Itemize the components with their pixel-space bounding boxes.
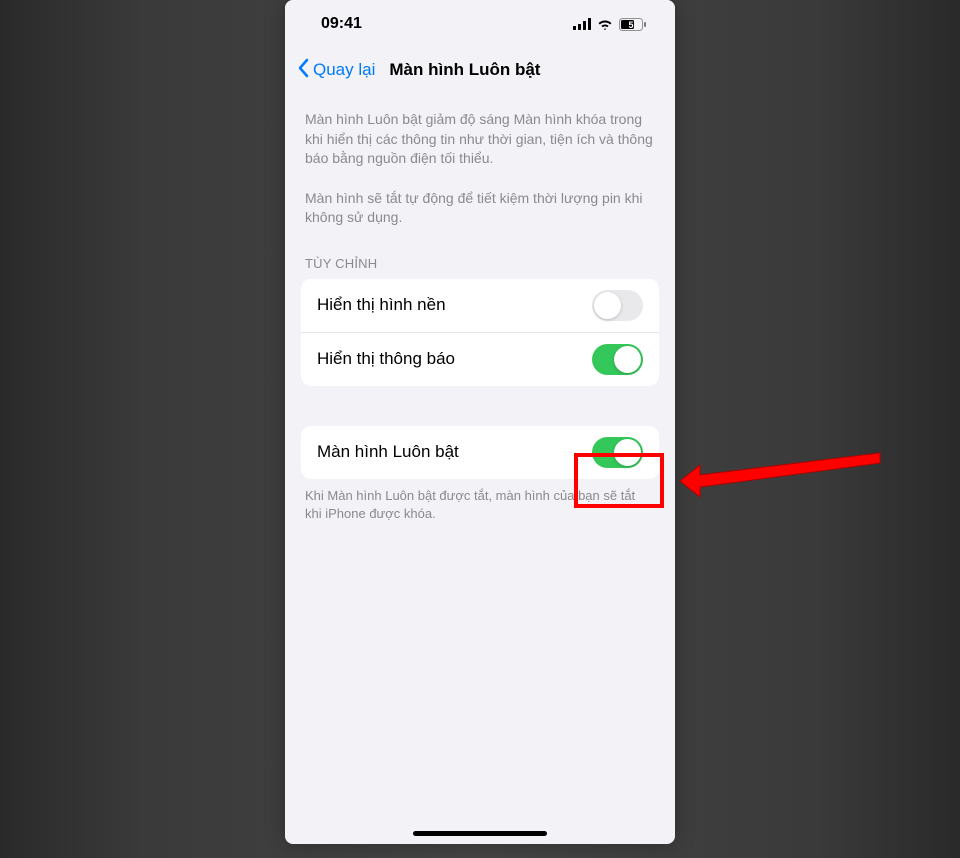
status-bar: 09:41 5	[285, 0, 675, 48]
toggle-knob	[614, 439, 641, 466]
toggle-knob	[614, 346, 641, 373]
row-show-wallpaper: Hiển thị hình nền	[301, 279, 659, 332]
svg-text:5: 5	[628, 20, 633, 30]
wifi-icon	[597, 18, 613, 30]
toggle-show-wallpaper[interactable]	[592, 290, 643, 321]
section-header: TÙY CHỈNH	[301, 228, 659, 279]
description-paragraph: Màn hình Luôn bật giảm độ sáng Màn hình …	[301, 92, 659, 169]
home-indicator[interactable]	[413, 831, 547, 836]
toggle-show-notifications[interactable]	[592, 344, 643, 375]
cellular-icon	[573, 18, 591, 30]
page-title: Màn hình Luôn bật	[389, 60, 540, 80]
status-time: 09:41	[321, 15, 362, 33]
description-paragraph: Màn hình sẽ tắt tự động để tiết kiệm thờ…	[301, 169, 659, 228]
phone-screen: 09:41 5 Quay lại Màn hình Luôn bật Màn h…	[285, 0, 675, 844]
row-label: Hiển thị thông báo	[317, 349, 455, 369]
always-on-group: Màn hình Luôn bật	[301, 426, 659, 479]
footer-description: Khi Màn hình Luôn bật được tắt, màn hình…	[301, 479, 659, 523]
status-icons: 5	[573, 18, 647, 31]
battery-icon: 5	[619, 18, 647, 31]
chevron-left-icon	[297, 58, 309, 83]
row-show-notifications: Hiển thị thông báo	[301, 332, 659, 386]
navigation-bar: Quay lại Màn hình Luôn bật	[285, 48, 675, 92]
content-area: Màn hình Luôn bật giảm độ sáng Màn hình …	[285, 92, 675, 844]
toggle-always-on[interactable]	[592, 437, 643, 468]
customize-group: Hiển thị hình nền Hiển thị thông báo	[301, 279, 659, 386]
annotation-arrow-icon	[670, 435, 890, 520]
back-button[interactable]: Quay lại	[293, 58, 379, 83]
back-label: Quay lại	[313, 60, 375, 80]
row-label: Màn hình Luôn bật	[317, 442, 459, 462]
row-label: Hiển thị hình nền	[317, 295, 446, 315]
toggle-knob	[594, 292, 621, 319]
row-always-on: Màn hình Luôn bật	[301, 426, 659, 479]
